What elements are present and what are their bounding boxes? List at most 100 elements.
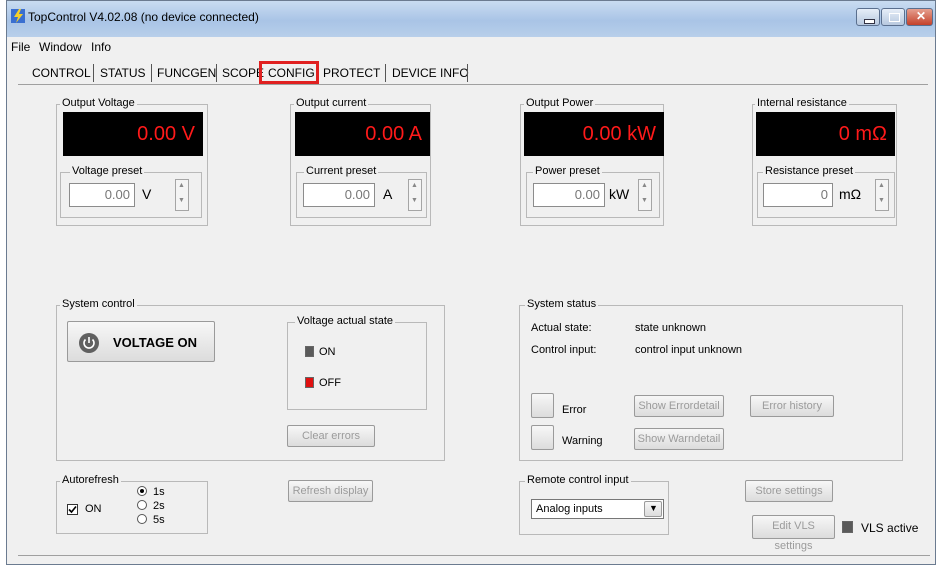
- autorefresh-group: [56, 481, 208, 534]
- refresh-display-button[interactable]: Refresh display: [288, 480, 373, 502]
- on-indicator-label: ON: [319, 346, 336, 358]
- current-display: 0.00 A: [295, 112, 430, 156]
- error-history-button[interactable]: Error history: [750, 395, 834, 417]
- voltage-display: 0.00 V: [63, 112, 203, 156]
- current-spinner[interactable]: ▲ ▼: [408, 179, 422, 211]
- output-current-title: Output current: [294, 97, 369, 109]
- current-preset-label: Current preset: [304, 165, 379, 177]
- tab-funcgen[interactable]: FUNCGEN: [157, 66, 216, 80]
- resistance-preset-label: Resistance preset: [763, 165, 856, 177]
- power-display: 0.00 kW: [524, 112, 664, 156]
- power-preset-label: Power preset: [533, 165, 602, 177]
- voltage-preset-input[interactable]: 0.00: [69, 183, 135, 207]
- output-power-title: Output Power: [524, 97, 596, 109]
- show-warndetail-button[interactable]: Show Warndetail: [634, 428, 724, 450]
- edit-vls-settings-button[interactable]: Edit VLS settings: [752, 515, 835, 552]
- error-indicator: [531, 393, 554, 418]
- radio-dot: [140, 489, 144, 493]
- voltage-on-button[interactable]: VOLTAGE ON: [67, 321, 215, 362]
- app-icon: [11, 9, 25, 23]
- power-spinner[interactable]: ▲ ▼: [638, 179, 652, 211]
- tab-device-info[interactable]: DEVICE INFO: [392, 66, 469, 80]
- tab-config[interactable]: CONFIG: [268, 66, 315, 80]
- current-unit: A: [383, 186, 393, 202]
- bottom-divider: [18, 555, 930, 556]
- tab-separator: [385, 64, 386, 82]
- close-button[interactable]: ✕: [906, 8, 933, 26]
- spin-down-icon: ▼: [411, 197, 418, 204]
- internal-resistance-title: Internal resistance: [755, 97, 849, 109]
- actual-state-label: Actual state:: [531, 322, 592, 334]
- radio-2s-label: 2s: [153, 500, 165, 512]
- spin-up-icon: ▲: [878, 182, 885, 189]
- maximize-button[interactable]: [881, 8, 905, 26]
- system-status-title: System status: [525, 298, 599, 310]
- power-unit: kW: [609, 186, 630, 202]
- spin-down-icon: ▼: [178, 197, 185, 204]
- remote-control-value: Analog inputs: [536, 503, 603, 515]
- voltage-actual-state-title: Voltage actual state: [295, 315, 396, 327]
- autorefresh-title: Autorefresh: [60, 474, 121, 486]
- tab-underline: [18, 84, 928, 85]
- system-control-title: System control: [60, 298, 137, 310]
- control-input-label: Control input:: [531, 344, 597, 356]
- warning-label: Warning: [562, 435, 603, 447]
- tab-separator: [151, 64, 152, 82]
- resistance-display: 0 mΩ: [756, 112, 895, 156]
- spin-up-icon: ▲: [411, 182, 418, 189]
- tab-separator: [93, 64, 94, 82]
- spin-up-icon: ▲: [641, 182, 648, 189]
- menu-file[interactable]: File: [11, 40, 30, 54]
- radio-1s-label: 1s: [153, 486, 165, 498]
- remote-control-title: Remote control input: [525, 474, 631, 486]
- show-errordetail-button[interactable]: Show Errordetail: [634, 395, 724, 417]
- window-title: TopControl V4.02.08 (no device connected…: [28, 10, 259, 24]
- menu-window[interactable]: Window: [39, 40, 82, 54]
- error-label: Error: [562, 404, 587, 416]
- off-indicator-label: OFF: [319, 377, 341, 389]
- tab-scope[interactable]: SCOPE: [222, 66, 264, 80]
- resistance-unit: mΩ: [839, 186, 862, 202]
- power-icon: [79, 333, 99, 353]
- vls-active-label: VLS active: [861, 521, 919, 535]
- voltage-on-label: VOLTAGE ON: [113, 335, 198, 350]
- resistance-spinner[interactable]: ▲ ▼: [875, 179, 889, 211]
- checkmark-icon: [68, 505, 77, 514]
- control-input-value: control input unknown: [635, 344, 743, 356]
- output-voltage-title: Output Voltage: [60, 97, 137, 109]
- chevron-down-icon: ▼: [649, 503, 658, 513]
- on-indicator-led: [305, 346, 314, 357]
- autorefresh-on-label: ON: [85, 503, 102, 515]
- menu-info[interactable]: Info: [91, 40, 111, 54]
- vls-active-led: [842, 521, 853, 533]
- warning-indicator: [531, 425, 554, 450]
- radio-1s[interactable]: [137, 486, 147, 496]
- clear-errors-button[interactable]: Clear errors: [287, 425, 375, 447]
- tab-control[interactable]: CONTROL: [32, 66, 91, 80]
- voltage-preset-label: Voltage preset: [70, 165, 145, 177]
- autorefresh-checkbox[interactable]: [67, 504, 78, 515]
- remote-control-select[interactable]: Analog inputs ▼: [531, 499, 664, 519]
- radio-2s[interactable]: [137, 500, 147, 510]
- spin-up-icon: ▲: [178, 182, 185, 189]
- resistance-preset-input[interactable]: 0: [763, 183, 833, 207]
- spin-down-icon: ▼: [878, 197, 885, 204]
- voltage-actual-state-group: [287, 322, 427, 410]
- radio-5s-label: 5s: [153, 514, 165, 526]
- spin-down-icon: ▼: [641, 197, 648, 204]
- current-preset-input[interactable]: 0.00: [303, 183, 375, 207]
- minimize-button[interactable]: [856, 8, 880, 26]
- actual-state-value: state unknown: [635, 322, 706, 334]
- store-settings-button[interactable]: Store settings: [745, 480, 833, 502]
- power-preset-input[interactable]: 0.00: [533, 183, 605, 207]
- off-indicator-led: [305, 377, 314, 388]
- dropdown-button[interactable]: ▼: [644, 501, 662, 517]
- tab-protect[interactable]: PROTECT: [323, 66, 380, 80]
- menu-bar: [7, 37, 935, 57]
- tab-separator: [216, 64, 217, 82]
- tab-status[interactable]: STATUS: [100, 66, 146, 80]
- radio-5s[interactable]: [137, 514, 147, 524]
- tab-separator: [467, 64, 468, 82]
- close-icon: ✕: [916, 9, 927, 23]
- voltage-spinner[interactable]: ▲ ▼: [175, 179, 189, 211]
